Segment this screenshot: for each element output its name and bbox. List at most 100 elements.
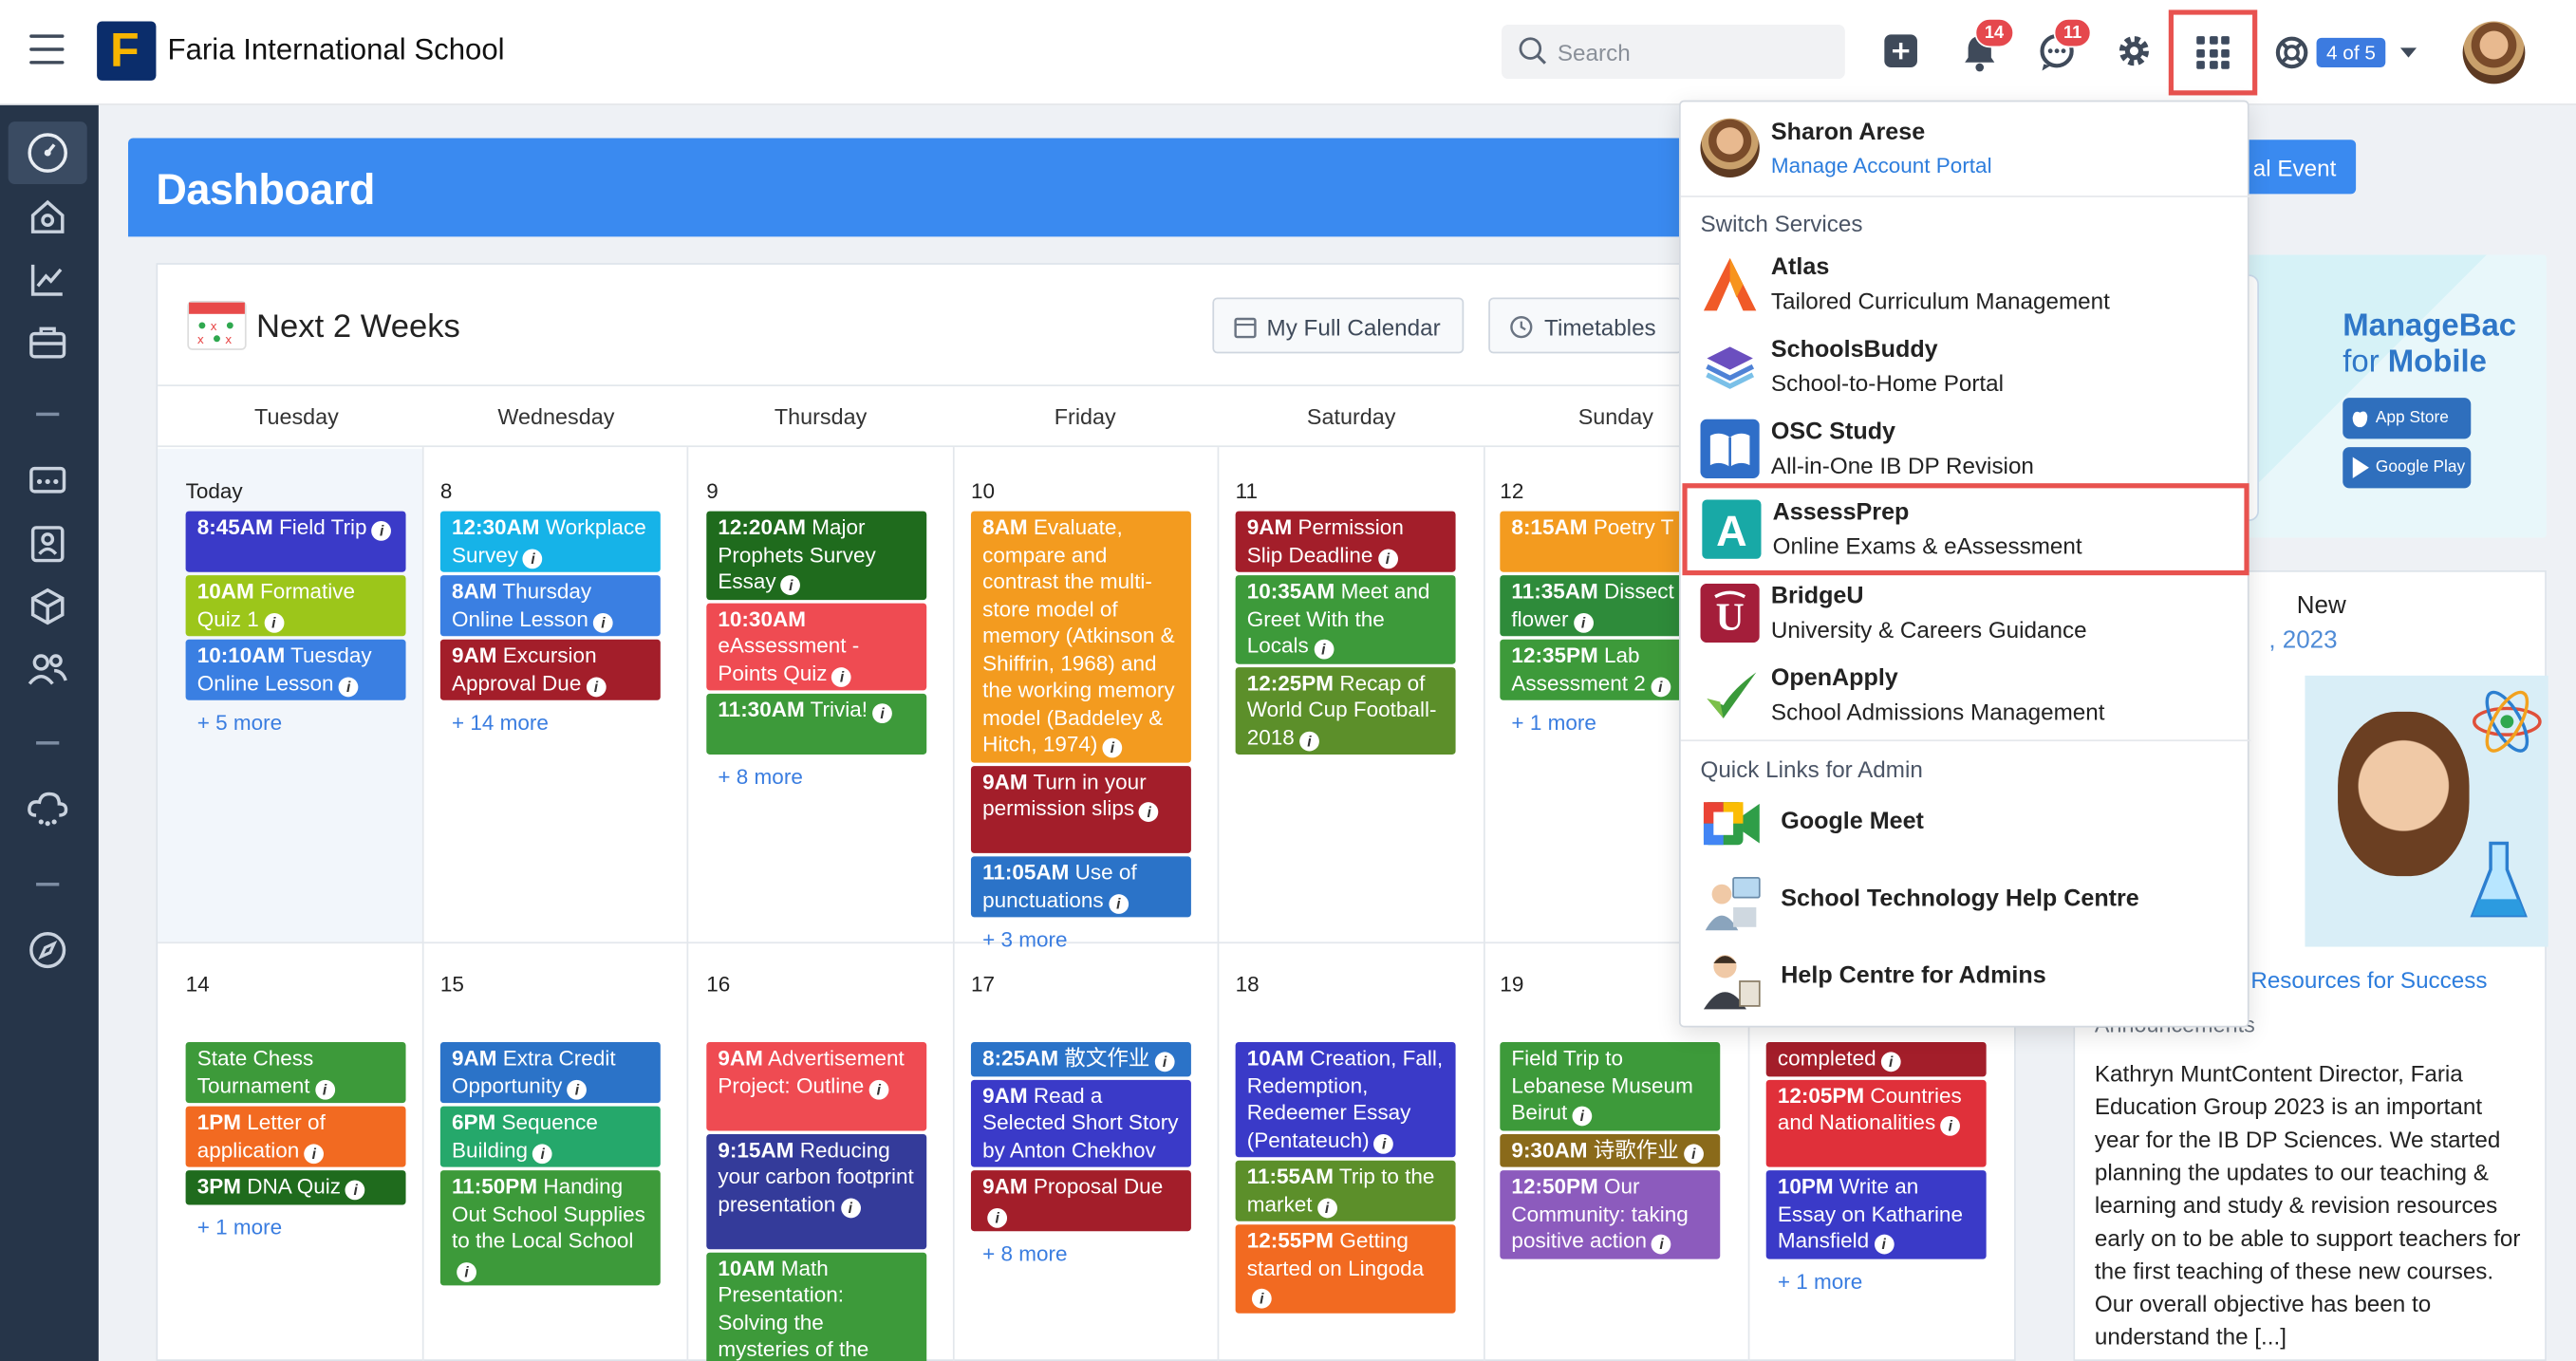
calendar-event[interactable]: 9AM Advertisement Project: Outline i [706,1042,927,1130]
account-switcher-pill[interactable]: 4 of 5 [2316,37,2386,68]
calendar-event[interactable]: 12:55PM Getting started on Lingodai [1235,1224,1456,1313]
school-name[interactable]: Faria International School [168,33,505,67]
calendar-event[interactable]: 10AM Formative Quiz 1i [185,575,406,637]
info-icon[interactable]: i [872,703,892,724]
info-icon[interactable]: i [457,1261,476,1282]
calendar-event[interactable]: 6PM Sequence Building i [439,1106,661,1167]
calendar-event[interactable]: 9:30AM 诗歌作业 i [1500,1133,1721,1167]
info-icon[interactable]: i [1880,1052,1901,1072]
calendar-event[interactable]: 10:10AM Tuesday Online Lesson i [185,639,406,700]
info-icon[interactable]: i [1299,730,1319,751]
info-icon[interactable]: i [1139,802,1160,822]
calendar-event[interactable]: 3PM DNA Quiz i [185,1170,406,1204]
more-events-link[interactable]: + 5 more [197,710,282,735]
messages-button[interactable]: 11 [2037,18,2092,76]
calendar-event[interactable]: 10:35AM Meet and Greet With the Locals i [1235,575,1456,663]
info-icon[interactable]: i [593,612,613,632]
calendar-event[interactable]: 8AM Thursday Online Lesson i [439,575,661,637]
info-icon[interactable]: i [1102,737,1123,758]
more-events-link[interactable]: + 8 more [718,764,802,789]
info-icon[interactable]: i [523,548,544,569]
service-assessprep[interactable]: A AssessPrep Online Exams & eAssessment [1682,483,2249,576]
calendar-event[interactable]: 10PM Write an Essay on Katharine Mansfie… [1765,1170,1987,1258]
timetables-button[interactable]: Timetables [1488,297,1683,354]
app-store-button[interactable]: App Store [2343,398,2472,439]
calendar-event[interactable]: 11:50PM Handing Out School Supplies to t… [439,1170,661,1286]
calendar-event[interactable]: 9AM Excursion Approval Due i [439,639,661,700]
info-icon[interactable]: i [304,1143,325,1164]
add-button[interactable] [1883,33,1926,76]
my-full-calendar-button[interactable]: My Full Calendar [1212,297,1465,354]
news-link[interactable]: Resources for Success [2250,966,2487,993]
settings-button[interactable] [2116,33,2158,76]
info-icon[interactable]: i [1652,1234,1672,1255]
info-icon[interactable]: i [1572,1106,1593,1127]
calendar-event[interactable]: 9AM Permission Slip Deadline i [1235,511,1456,572]
calendar-event[interactable]: 12:05PM Countries and Nationalities i [1765,1078,1987,1167]
info-icon[interactable]: i [1683,1143,1704,1164]
quick-link-google-meet[interactable]: Google Meet [1681,789,2251,861]
info-icon[interactable]: i [987,1207,1008,1227]
info-icon[interactable]: i [338,676,359,697]
more-events-link[interactable]: + 3 more [982,927,1067,952]
sidebar-item-reports[interactable] [16,253,79,306]
sidebar-item-units[interactable] [16,580,79,632]
calendar-event[interactable]: State Chess Tournament i [185,1042,406,1104]
info-icon[interactable]: i [586,676,607,697]
info-icon[interactable]: i [345,1180,366,1201]
info-icon[interactable]: i [1874,1234,1895,1255]
calendar-event[interactable]: 9AM Read a Selected Short Story by Anton… [970,1078,1191,1167]
info-icon[interactable]: i [1316,1197,1337,1218]
service-schoolsbuddy[interactable]: SchoolsBuddy School-to-Home Portal [1681,326,2251,404]
calendar-event[interactable]: 10AM Math Presentation: Solving the myst… [706,1251,927,1361]
school-logo[interactable]: F [97,21,157,81]
sidebar-item-portfolio[interactable] [16,316,79,368]
calendar-event[interactable]: 8:45AM Field Trip i [185,511,406,572]
calendar-event[interactable]: 9AM Extra Credit Opportunity i [439,1042,661,1104]
calendar-event[interactable]: 10:30AM eAssessment - Points Quiz i [706,602,927,691]
info-icon[interactable]: i [1373,1133,1394,1153]
service-bridgeu[interactable]: U BridgeU University & Careers Guidance [1681,572,2251,651]
calendar-event[interactable]: 12:25PM Recap of World Cup Football-2018… [1235,666,1456,755]
google-play-button[interactable]: Google Play [2343,447,2472,489]
help-lifebuoy-button[interactable] [2274,34,2317,77]
user-avatar[interactable] [2462,21,2526,84]
quick-link-school-tech-help[interactable]: School Technology Help Centre [1681,867,2251,939]
notifications-button[interactable]: 14 [1962,18,2014,76]
info-icon[interactable]: i [1251,1288,1272,1309]
calendar-event[interactable]: 11:05AM Use of punctuations i [970,856,1191,918]
more-events-link[interactable]: + 8 more [982,1241,1067,1266]
info-icon[interactable]: i [868,1078,889,1099]
info-icon[interactable]: i [263,612,284,632]
info-icon[interactable]: i [1573,612,1594,632]
calendar-event[interactable]: 9AM Turn in your permission slips i [970,765,1191,853]
managebac-mobile-banner[interactable]: ManageBac for Mobile App Store Google Pla… [2193,254,2547,538]
calendar-event[interactable]: 9AM Proposal Due i [970,1170,1191,1232]
more-events-link[interactable]: + 1 more [1778,1268,1862,1293]
sidebar-item-dashboard[interactable] [8,121,87,184]
info-icon[interactable]: i [1377,548,1398,569]
calendar-event[interactable]: 10AM Creation, Fall, Redemption, Redeeme… [1235,1042,1456,1158]
sidebar-item-home[interactable] [16,191,79,243]
info-icon[interactable]: i [1940,1115,1961,1136]
sidebar-item-students[interactable] [16,518,79,570]
info-icon[interactable]: i [831,666,852,687]
info-icon[interactable]: i [1650,676,1671,697]
info-icon[interactable]: i [371,521,392,541]
calendar-event[interactable]: Field Trip to Lebanese Museum Beirut i [1500,1042,1721,1130]
info-icon[interactable]: i [314,1078,335,1099]
info-icon[interactable]: i [840,1197,861,1218]
sidebar-item-explore[interactable] [16,923,79,976]
sidebar-item-classes[interactable] [16,456,79,508]
more-events-link[interactable]: + 1 more [197,1214,282,1239]
service-osc-study[interactable]: OSC Study All-in-One IB DP Revision [1681,408,2251,487]
info-icon[interactable]: i [532,1143,553,1164]
service-openapply[interactable]: OpenApply School Admissions Management [1681,654,2251,733]
calendar-event[interactable]: 8AM Evaluate, compare and contrast the m… [970,511,1191,762]
sidebar-item-cloud[interactable] [16,782,79,834]
manage-account-link[interactable]: Manage Account Portal [1771,153,1992,177]
info-icon[interactable]: i [1154,1052,1175,1072]
calendar-event[interactable]: 12:20AM Major Prophets Survey Essay i [706,511,927,600]
calendar-event[interactable]: completed i [1765,1042,1987,1076]
service-atlas[interactable]: Atlas Tailored Curriculum Management [1681,243,2251,322]
